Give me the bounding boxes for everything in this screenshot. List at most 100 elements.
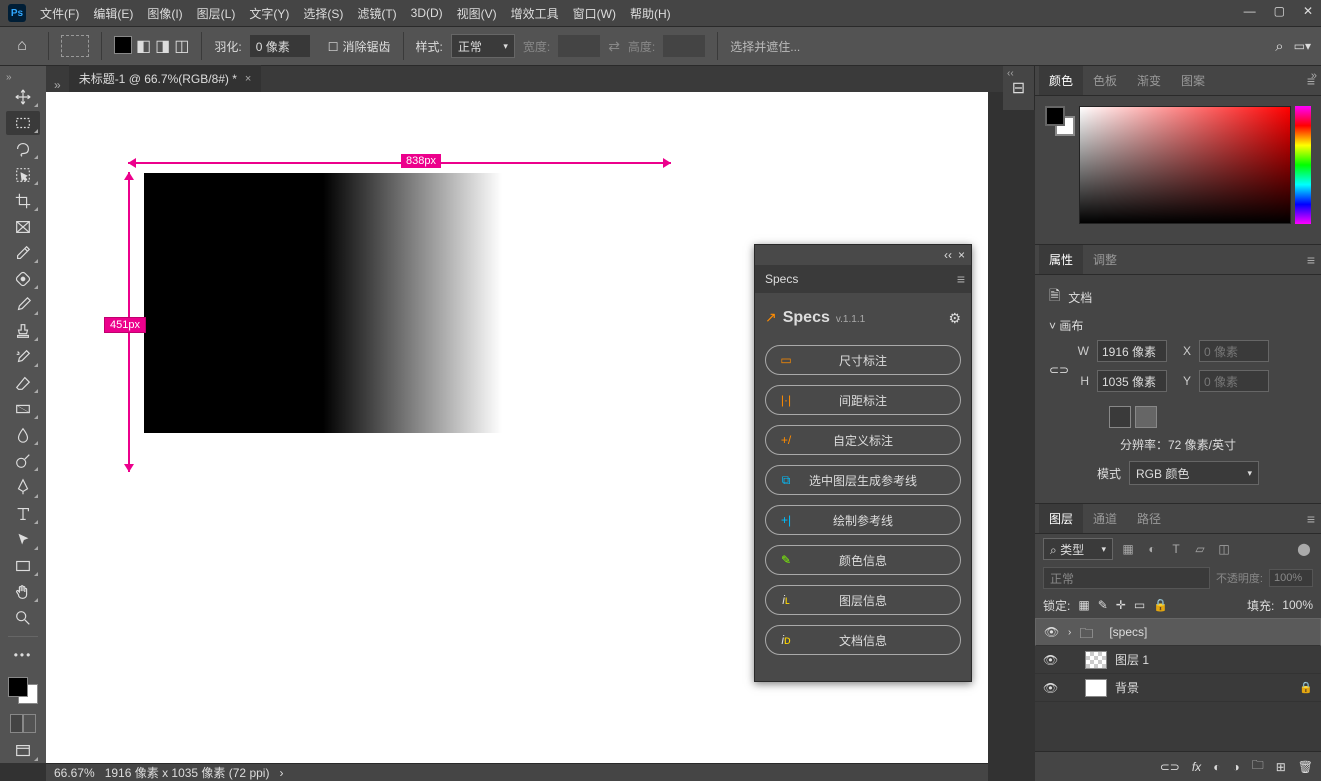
document-tab[interactable]: 未标题-1 @ 66.7%(RGB/8#) * × [69, 64, 262, 92]
maximize-icon[interactable]: ▢ [1274, 4, 1285, 18]
panel-menu-icon[interactable]: ≡ [1307, 511, 1315, 527]
panel-menu-icon[interactable]: ≡ [1307, 252, 1315, 268]
doc-dimensions[interactable]: 1916 像素 x 1035 像素 (72 ppi) [105, 764, 270, 781]
tab-close-icon[interactable]: × [245, 73, 251, 85]
stamp-tool[interactable] [6, 319, 40, 343]
specs-dimension-button[interactable]: ▭尺寸标注 [765, 345, 961, 375]
specs-layerinfo-button[interactable]: iʟ图层信息 [765, 585, 961, 615]
new-layer-icon[interactable]: ⊞ [1276, 760, 1286, 774]
selection-mode[interactable]: ◧ ◨ ◫ [114, 36, 189, 56]
panel-collapse-icon[interactable]: ‹‹ [944, 248, 952, 262]
menu-file[interactable]: 文件(F) [40, 5, 79, 22]
filter-toggle[interactable]: ⬤ [1295, 542, 1313, 556]
ruler-icon[interactable]: ⊟ [1012, 78, 1025, 98]
hue-slider[interactable] [1295, 106, 1311, 224]
orientation-buttons[interactable] [1109, 406, 1307, 428]
delete-icon[interactable]: 🗑 [1298, 760, 1313, 774]
marquee-tool[interactable] [6, 111, 40, 135]
filter-smart-icon[interactable]: ◫ [1215, 542, 1233, 556]
mask-icon[interactable]: ◐ [1213, 760, 1220, 774]
tool-preset[interactable] [61, 35, 89, 57]
blend-mode-select[interactable]: 正常 [1043, 567, 1210, 589]
portrait-icon[interactable] [1109, 406, 1131, 428]
brush-tool[interactable] [6, 293, 40, 317]
layer-filter-select[interactable]: ⌕ 类型▾ [1043, 538, 1113, 560]
specs-tab[interactable]: Specs [765, 272, 798, 286]
panel-dock-collapsed[interactable]: ‹‹ ⊟ [1003, 66, 1035, 110]
landscape-icon[interactable] [1135, 406, 1157, 428]
foreground-background-color[interactable] [8, 677, 38, 705]
move-tool[interactable] [6, 85, 40, 109]
gear-icon[interactable]: ⚙ [948, 310, 961, 327]
pen-tool[interactable] [6, 475, 40, 499]
color-field[interactable] [1079, 106, 1291, 224]
tab-swatches[interactable]: 色板 [1083, 66, 1127, 95]
search-icon[interactable]: ⌕ [1275, 38, 1283, 55]
lock-position-icon[interactable]: ✛ [1116, 598, 1126, 612]
feather-input[interactable] [250, 35, 310, 57]
tab-properties[interactable]: 属性 [1039, 245, 1083, 274]
color-fgbg[interactable] [1045, 106, 1075, 136]
add-selection-icon[interactable]: ◧ [136, 36, 151, 56]
tab-gradients[interactable]: 渐变 [1127, 66, 1171, 95]
menu-view[interactable]: 视图(V) [457, 5, 497, 22]
layer-1[interactable]: 👁 图层 1 [1035, 646, 1321, 674]
home-button[interactable]: ⌂ [8, 32, 36, 60]
filter-image-icon[interactable]: ▦ [1119, 542, 1137, 556]
canvas-height-input[interactable] [1097, 370, 1167, 392]
eyedropper-tool[interactable] [6, 241, 40, 265]
menu-3d[interactable]: 3D(D) [411, 6, 443, 20]
specs-drawguides-button[interactable]: +|绘制参考线 [765, 505, 961, 535]
specs-custom-button[interactable]: +/自定义标注 [765, 425, 961, 455]
canvas-width-input[interactable] [1097, 340, 1167, 362]
object-select-tool[interactable] [6, 163, 40, 187]
tab-color[interactable]: 颜色 [1039, 66, 1083, 95]
visibility-icon[interactable]: 👁 [1044, 625, 1060, 639]
adjustment-icon[interactable]: ◑ [1232, 760, 1239, 774]
history-brush-tool[interactable] [6, 345, 40, 369]
specs-color-button[interactable]: ✎颜色信息 [765, 545, 961, 575]
screenmode-toggle[interactable] [6, 739, 40, 763]
path-select-tool[interactable] [6, 528, 40, 552]
layer-group-specs[interactable]: 👁 › 🗀 [specs] [1035, 618, 1321, 646]
hand-tool[interactable] [6, 580, 40, 604]
style-select[interactable]: 正常▾ [451, 34, 515, 58]
layer-background[interactable]: 👁 背景 🔒 [1035, 674, 1321, 702]
tab-adjustments[interactable]: 调整 [1083, 245, 1127, 274]
menu-plugins[interactable]: 增效工具 [511, 5, 559, 22]
select-mask-button[interactable]: 选择并遮住... [730, 38, 800, 55]
lock-all-icon[interactable]: 🔒 [1153, 598, 1168, 612]
intersect-selection-icon[interactable]: ◫ [174, 36, 189, 56]
canvas[interactable]: 838px 451px ‹‹× Specs≡ ↗ Specs v.1.1.1 ⚙… [46, 92, 988, 763]
panel-close-icon[interactable]: × [958, 248, 965, 262]
zoom-tool[interactable] [6, 606, 40, 630]
subtract-selection-icon[interactable]: ◨ [155, 36, 170, 56]
opacity-input[interactable]: 100% [1269, 569, 1313, 587]
menu-layer[interactable]: 图层(L) [197, 5, 236, 22]
specs-docinfo-button[interactable]: iᴅ文档信息 [765, 625, 961, 655]
layer-name[interactable]: [specs] [1109, 625, 1147, 639]
link-icon[interactable]: ⊂⊃ [1049, 363, 1069, 377]
panel-menu-icon[interactable]: ≡ [957, 271, 965, 287]
canvas-section[interactable]: ˅ 画布 [1049, 317, 1307, 334]
link-layers-icon[interactable]: ⊂⊃ [1160, 760, 1180, 774]
lock-icon[interactable]: 🔒 [1299, 681, 1313, 694]
new-selection-icon[interactable] [114, 36, 132, 54]
menu-filter[interactable]: 滤镜(T) [357, 5, 396, 22]
layer-name[interactable]: 背景 [1115, 679, 1139, 696]
workspace-icon[interactable]: ▭▾ [1294, 39, 1311, 53]
menu-edit[interactable]: 编辑(E) [93, 5, 133, 22]
tab-patterns[interactable]: 图案 [1171, 66, 1215, 95]
lock-pixels-icon[interactable]: ▦ [1078, 598, 1089, 612]
filter-adjust-icon[interactable]: ◐ [1143, 542, 1161, 556]
panel-menu-icon[interactable]: ≡ [1307, 73, 1315, 89]
minimize-icon[interactable]: — [1244, 4, 1256, 18]
toolbar-chevron[interactable]: » [6, 72, 12, 83]
expand-icon[interactable]: › [1068, 627, 1071, 638]
rectangle-tool[interactable] [6, 554, 40, 578]
visibility-icon[interactable]: 👁 [1043, 681, 1059, 695]
specs-guides-button[interactable]: ⧉选中图层生成参考线 [765, 465, 961, 495]
menu-type[interactable]: 文字(Y) [249, 5, 289, 22]
lock-artboard-icon[interactable]: ▭ [1134, 598, 1145, 612]
mode-select[interactable]: RGB 颜色▾ [1129, 461, 1259, 485]
